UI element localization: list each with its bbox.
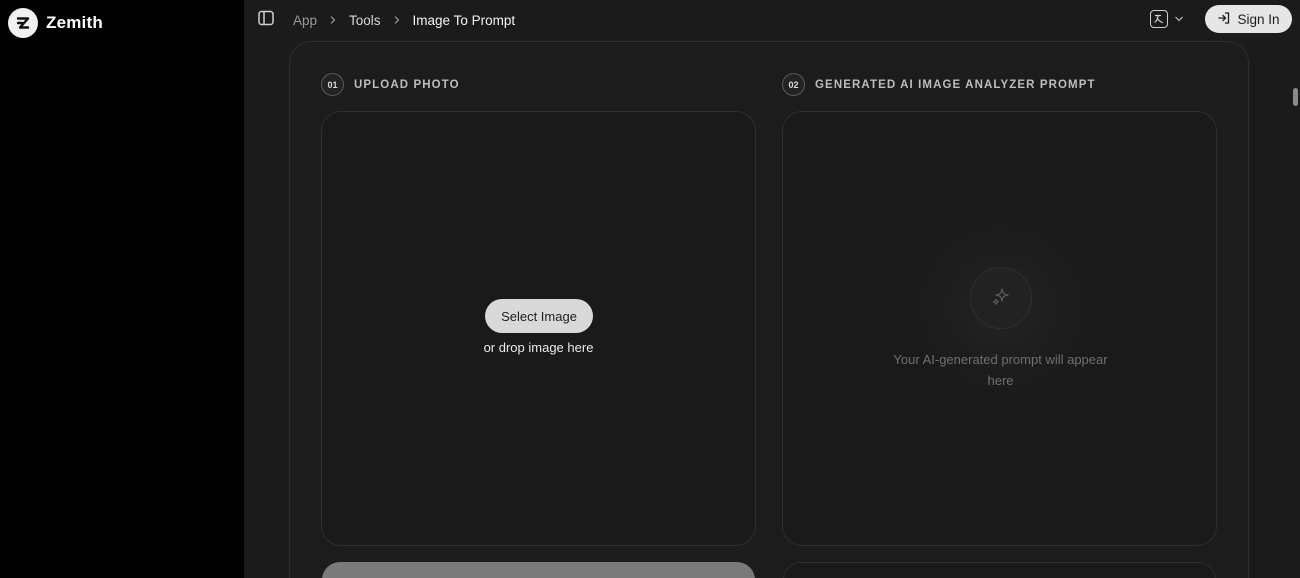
image-to-prompt-panel: 01 UPLOAD PHOTO 02 GENERATED AI IMAGE AN… — [289, 41, 1249, 578]
breadcrumb: App Tools Image To Prompt — [293, 11, 515, 29]
sign-in-button[interactable]: Sign In — [1205, 5, 1292, 33]
breadcrumb-app[interactable]: App — [293, 13, 317, 28]
generate-prompt-button[interactable] — [322, 562, 755, 578]
translate-icon — [1150, 10, 1168, 28]
top-bar: App Tools Image To Prompt Sign In — [244, 0, 1300, 40]
drop-hint: or drop image here — [483, 340, 594, 355]
sparkle-badge — [970, 267, 1032, 329]
step-number-badge: 02 — [782, 73, 805, 96]
brand-link[interactable]: Zemith — [8, 8, 103, 38]
sign-in-icon — [1217, 11, 1231, 28]
sidebar-panel-icon — [257, 9, 275, 32]
step-output-header: 02 GENERATED AI IMAGE ANALYZER PROMPT — [782, 73, 1096, 96]
brand-name: Zemith — [46, 13, 103, 32]
language-switcher[interactable] — [1150, 9, 1184, 29]
copy-prompt-button[interactable] — [783, 562, 1216, 578]
zemith-logo-icon — [8, 8, 38, 38]
step-upload-header: 01 UPLOAD PHOTO — [321, 73, 460, 96]
chevron-down-icon — [1174, 10, 1184, 28]
sidebar: Zemith — [0, 0, 244, 578]
app-root: Zemith App Tools Image To Prompt Sign In… — [0, 0, 1300, 578]
select-image-button[interactable]: Select Image — [485, 299, 593, 333]
breadcrumb-current: Image To Prompt — [412, 12, 516, 28]
sign-in-label: Sign In — [1237, 11, 1280, 27]
prompt-placeholder: Your AI-generated prompt will appear her… — [893, 352, 1108, 388]
step-number-badge: 01 — [321, 73, 344, 96]
prompt-output-card: Your AI-generated prompt will appear her… — [782, 111, 1217, 546]
step-label: GENERATED AI IMAGE ANALYZER PROMPT — [815, 78, 1096, 91]
breadcrumb-tools[interactable]: Tools — [349, 13, 381, 28]
image-drop-zone[interactable]: Select Image or drop image here — [321, 111, 756, 546]
chevron-right-icon — [317, 15, 349, 25]
sidebar-toggle-button[interactable] — [256, 10, 276, 30]
step-label: UPLOAD PHOTO — [354, 78, 460, 91]
scrollbar-thumb[interactable] — [1293, 88, 1298, 106]
page-scrollbar[interactable] — [1288, 40, 1300, 578]
chevron-right-icon — [381, 15, 413, 25]
sparkle-icon — [988, 283, 1014, 314]
